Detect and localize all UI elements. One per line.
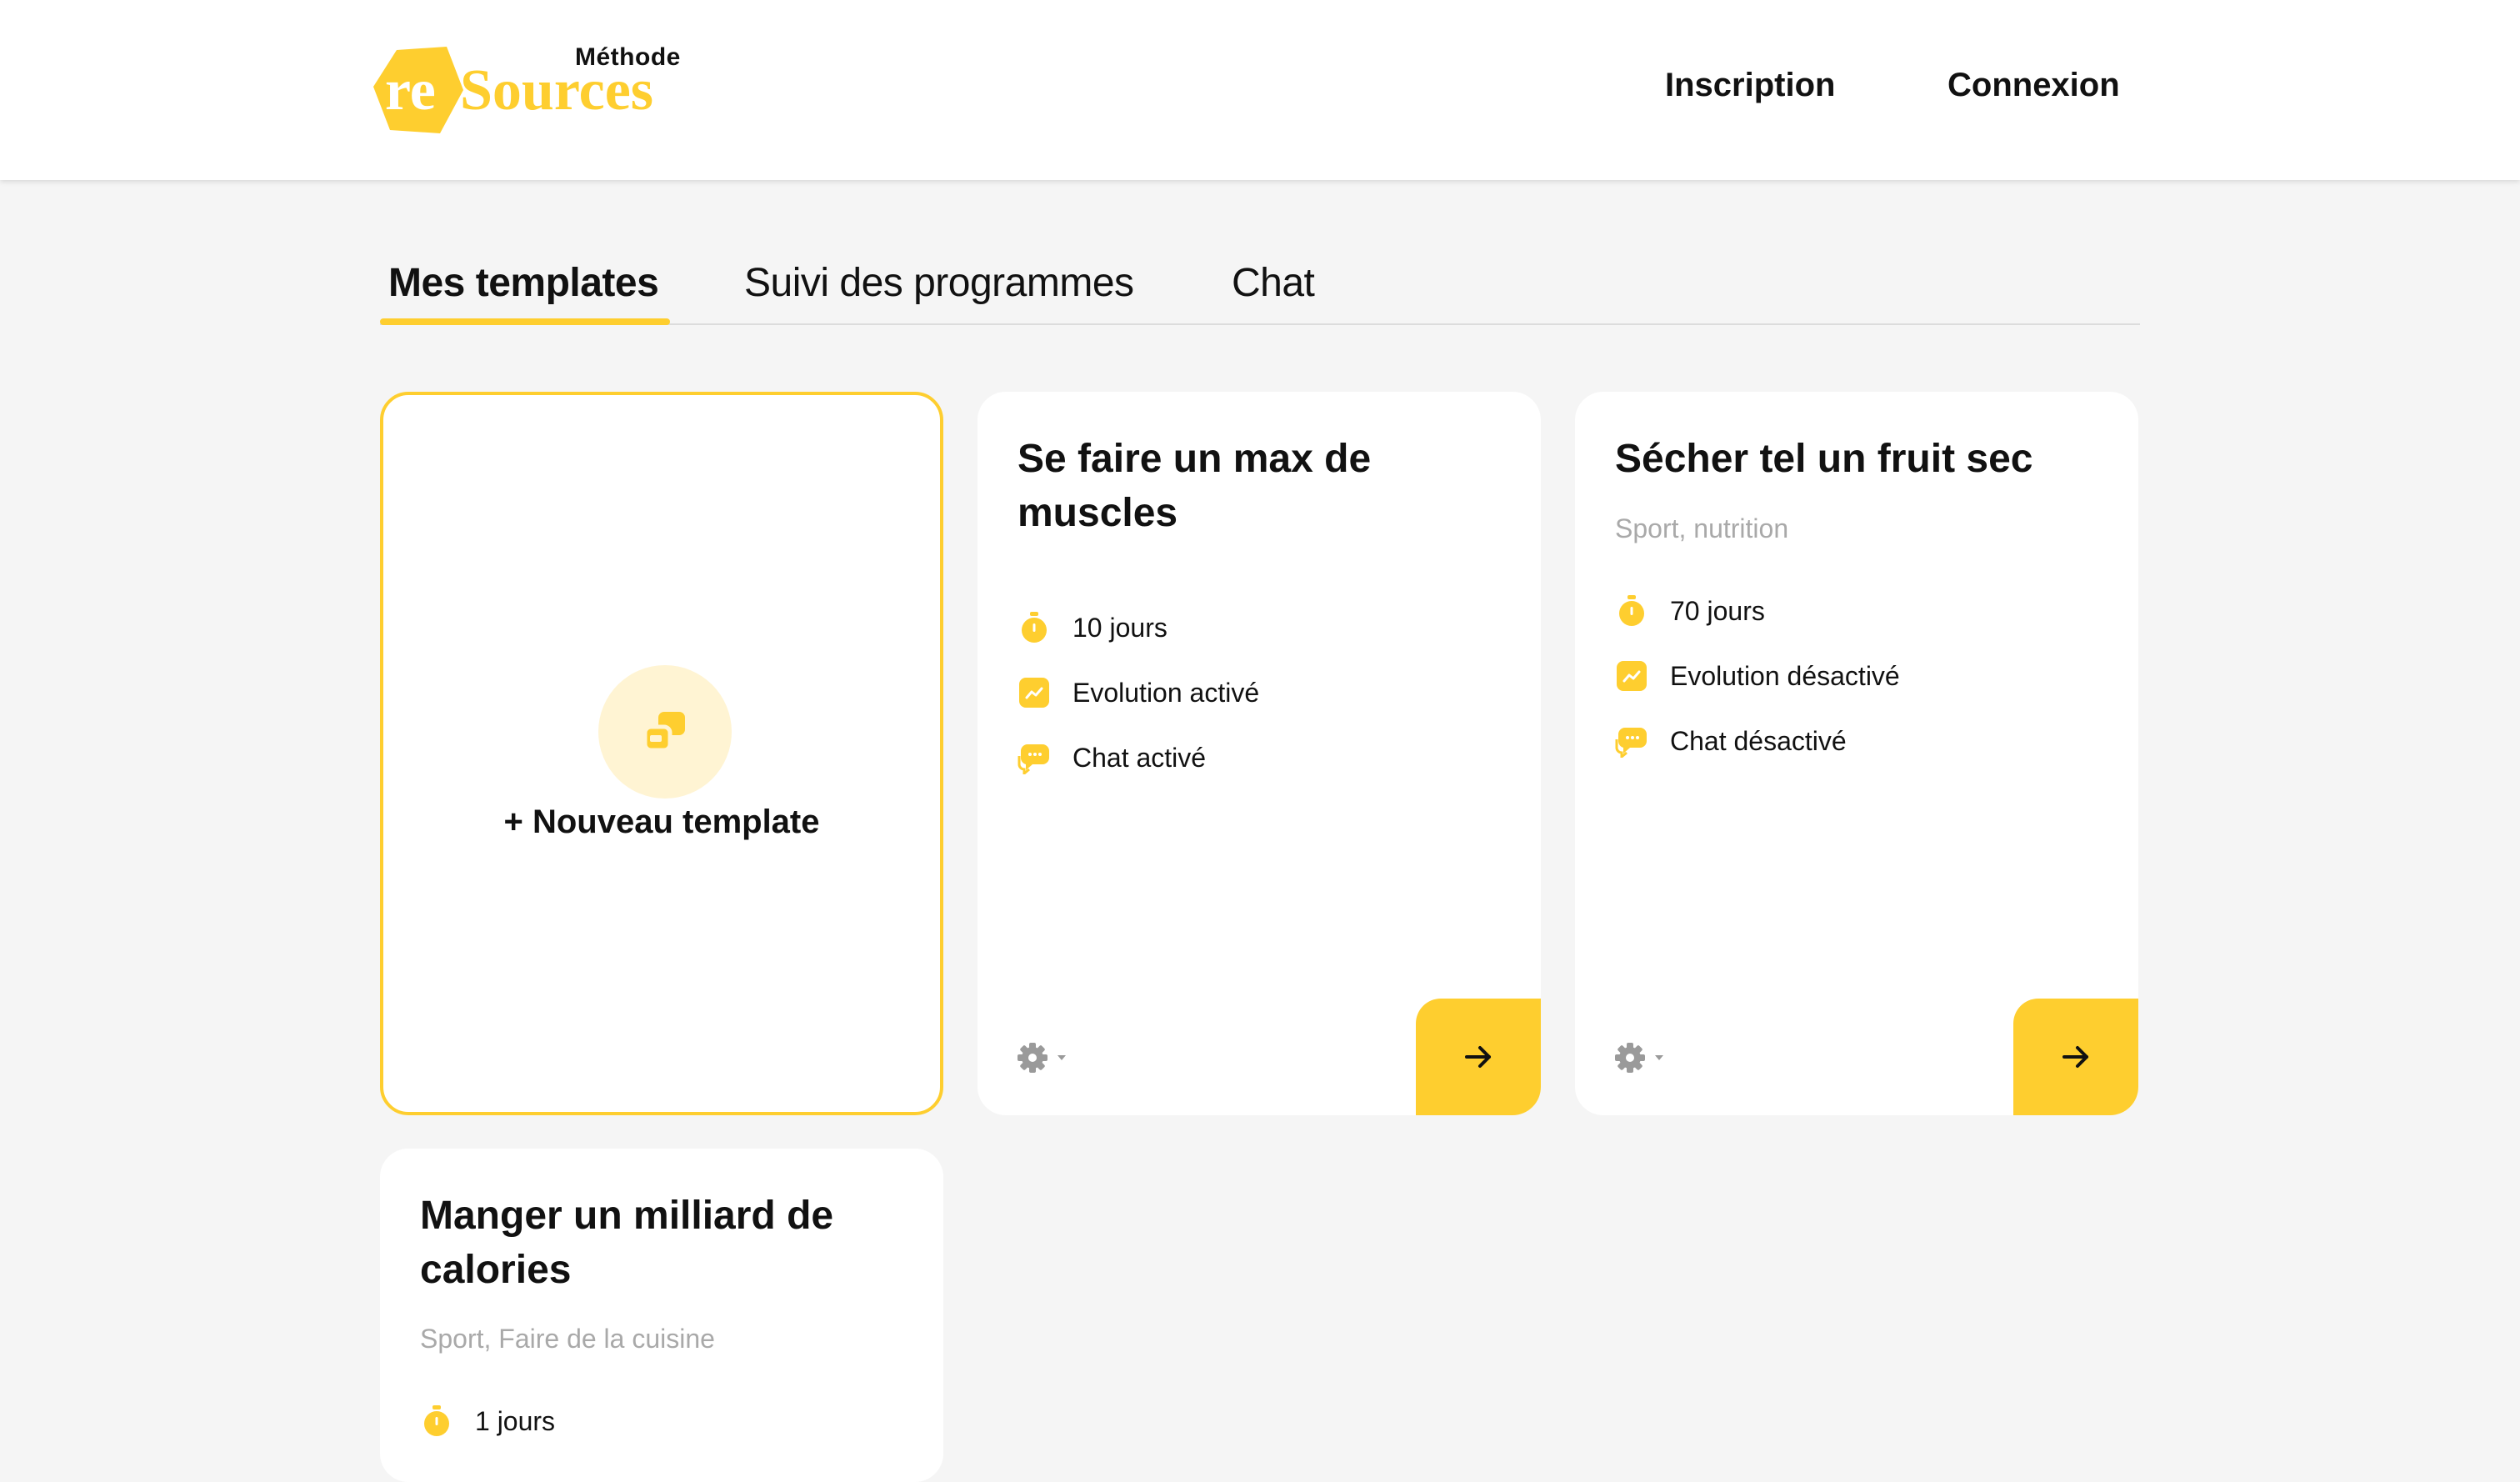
template-duration: 70 jours	[1615, 590, 1765, 632]
open-template-button[interactable]	[1416, 999, 1541, 1115]
template-card[interactable]: Se faire un max de muscles 10 jours Evol…	[978, 392, 1541, 1115]
new-template-icon-circle	[598, 665, 732, 799]
nav-inscription-link[interactable]: Inscription	[1665, 67, 1835, 104]
top-header: re Sources Méthode Inscription Connexion	[0, 0, 2520, 180]
stopwatch-icon	[420, 1404, 453, 1438]
template-chat-text: Chat activé	[1072, 742, 1207, 773]
template-chat-text: Chat désactivé	[1670, 725, 1847, 756]
template-title: Se faire un max de muscles	[1018, 437, 1372, 535]
template-title: Manger un milliard de calories	[420, 1194, 834, 1292]
logo-small-text: Méthode	[575, 43, 681, 71]
template-duration-text: 10 jours	[1072, 612, 1168, 643]
template-evolution-text: Evolution activé	[1072, 677, 1260, 708]
gear-icon	[1615, 1043, 1663, 1073]
template-duration-text: 1 jours	[475, 1405, 556, 1436]
logo-prefix: re	[385, 58, 436, 123]
logo[interactable]: re Sources Méthode	[367, 38, 700, 138]
arrow-right-icon	[1465, 1046, 1491, 1068]
template-duration-text: 70 jours	[1670, 595, 1765, 626]
trend-chart-icon	[1018, 676, 1051, 709]
template-chat: Chat désactivé	[1615, 720, 1847, 762]
chevron-down-icon	[1058, 1055, 1066, 1060]
chat-bubbles-icon	[1615, 724, 1648, 758]
template-card[interactable]: Manger un milliard de calories Sport, Fa…	[380, 1149, 943, 1482]
template-tags: Sport, nutrition	[1615, 513, 1789, 543]
template-chat: Chat activé	[1018, 737, 1206, 779]
copy-icon	[642, 712, 685, 753]
chat-bubbles-icon	[1018, 741, 1051, 774]
template-tags: Sport, Faire de la cuisine	[420, 1324, 715, 1354]
arrow-right-icon	[2062, 1046, 2088, 1068]
tab-chat[interactable]: Chat	[1232, 260, 1315, 306]
tab-bar: Mes templates Suivi des programmes Chat	[380, 250, 2140, 325]
gear-icon	[1018, 1043, 1066, 1073]
tab-mes-templates[interactable]: Mes templates	[388, 260, 659, 306]
nav-connexion-link[interactable]: Connexion	[1948, 67, 2120, 104]
template-card[interactable]: Sécher tel un fruit sec Sport, nutrition…	[1575, 392, 2138, 1115]
active-tab-indicator	[380, 318, 670, 325]
template-duration: 10 jours	[1018, 607, 1168, 648]
new-template-card[interactable]: + Nouveau template	[380, 392, 943, 1115]
template-evolution: Evolution désactivé	[1615, 655, 1900, 697]
settings-dropdown[interactable]	[1016, 1037, 1082, 1079]
stopwatch-icon	[1615, 594, 1648, 628]
template-duration: 1 jours	[420, 1400, 555, 1442]
template-evolution: Evolution activé	[1018, 672, 1259, 713]
trend-chart-icon	[1615, 659, 1648, 693]
new-template-label: + Nouveau template	[503, 804, 820, 840]
open-template-button[interactable]	[2013, 999, 2138, 1115]
settings-dropdown[interactable]	[1613, 1037, 1680, 1079]
stopwatch-icon	[1018, 611, 1051, 644]
chevron-down-icon	[1655, 1055, 1663, 1060]
template-title: Sécher tel un fruit sec	[1615, 437, 2033, 481]
tab-suivi-des-programmes[interactable]: Suivi des programmes	[744, 260, 1134, 306]
template-evolution-text: Evolution désactivé	[1670, 660, 1900, 691]
